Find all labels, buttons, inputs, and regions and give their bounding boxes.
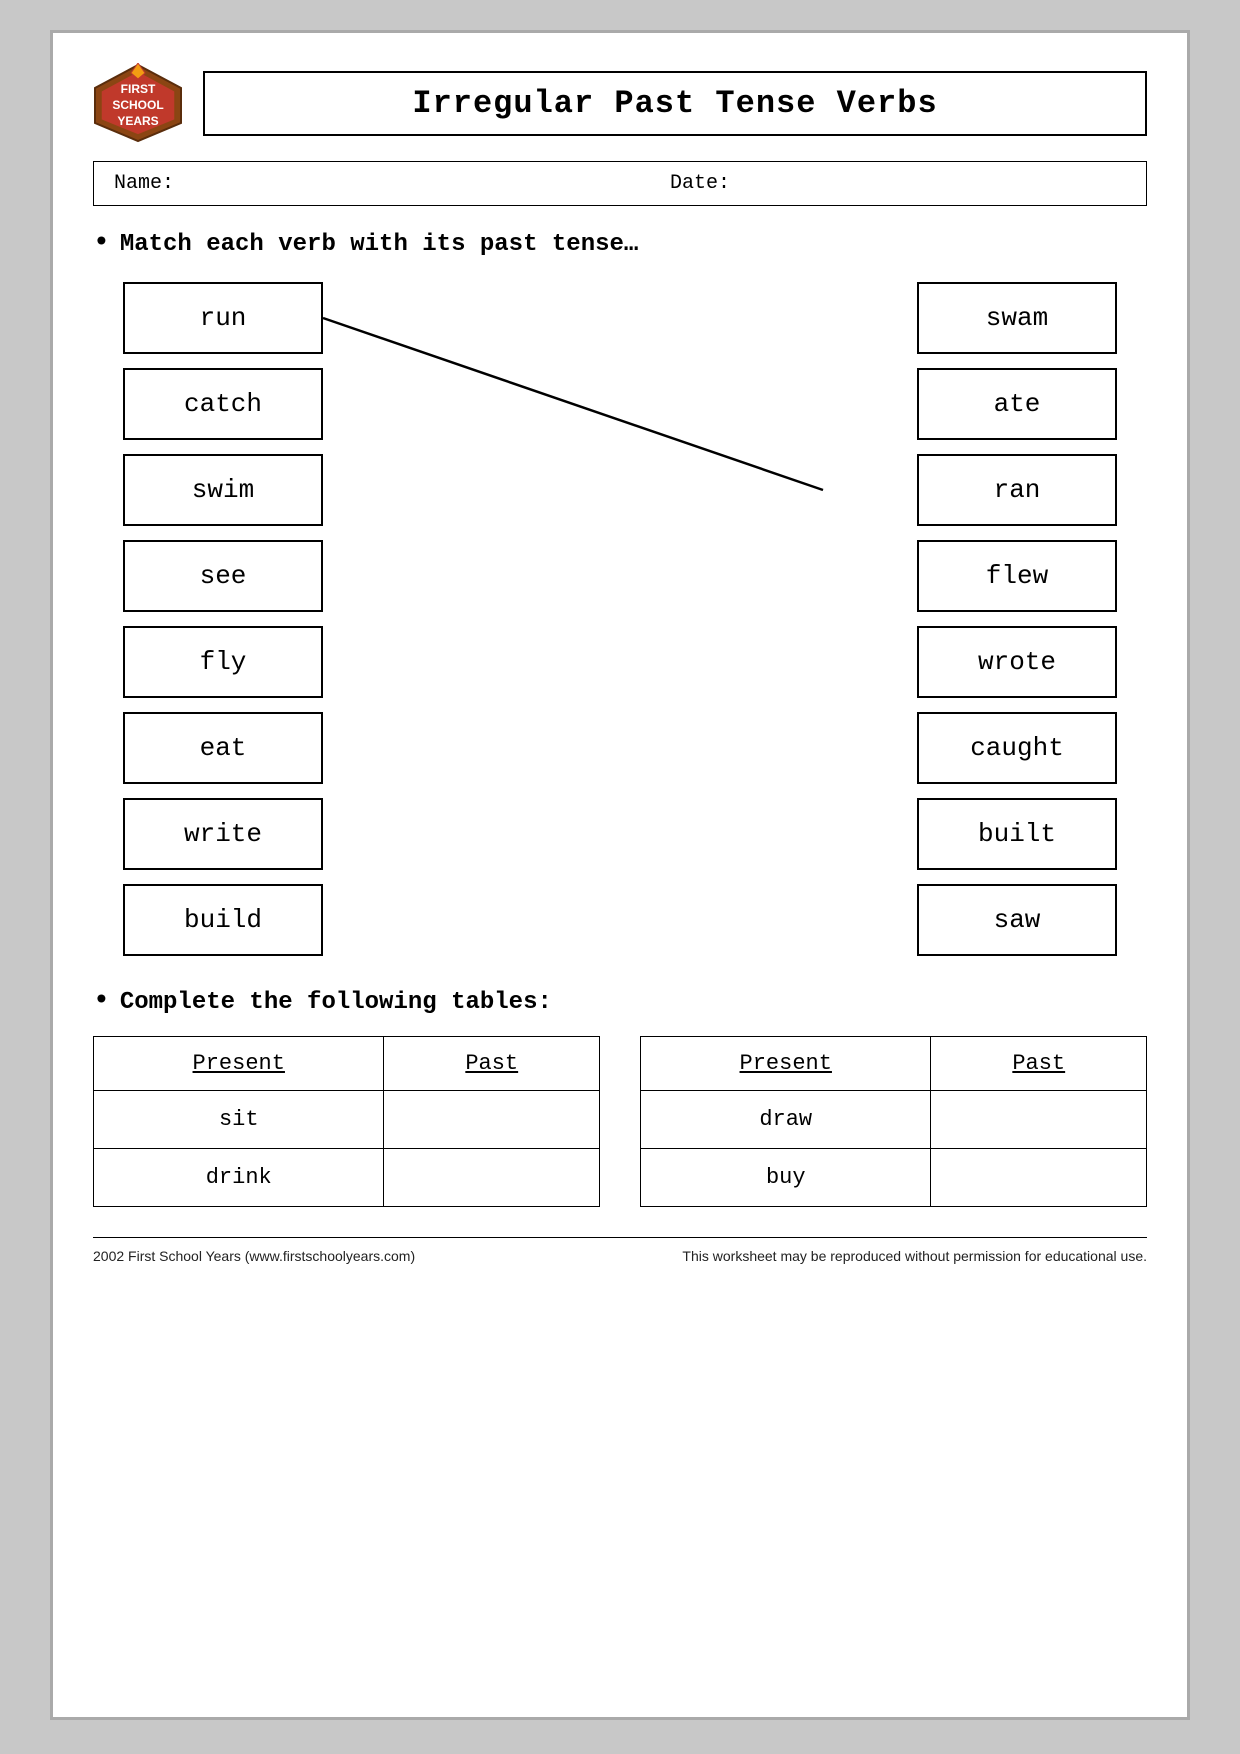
word-build: build	[123, 884, 323, 956]
table-row: sit	[94, 1091, 600, 1149]
table-1: Present Past sit drink	[93, 1036, 600, 1207]
word-saw: saw	[917, 884, 1117, 956]
table-2: Present Past draw buy	[640, 1036, 1147, 1207]
word-catch: catch	[123, 368, 323, 440]
table1-header-past: Past	[384, 1037, 600, 1091]
header: FIRST SCHOOL YEARS Irregular Past Tense …	[93, 63, 1147, 143]
table1-row1-present: sit	[94, 1091, 384, 1149]
word-caught: caught	[917, 712, 1117, 784]
table1-row1-past[interactable]	[384, 1091, 600, 1149]
word-wrote: wrote	[917, 626, 1117, 698]
table-row: drink	[94, 1149, 600, 1207]
word-flew: flew	[917, 540, 1117, 612]
table2-row2-past[interactable]	[931, 1149, 1147, 1207]
svg-text:FIRST: FIRST	[121, 82, 156, 96]
bullet-1: •	[93, 230, 110, 258]
word-swam: swam	[917, 282, 1117, 354]
word-built: built	[917, 798, 1117, 870]
word-fly: fly	[123, 626, 323, 698]
table1-row2-past[interactable]	[384, 1149, 600, 1207]
table1-header-present: Present	[94, 1037, 384, 1091]
word-swim: swim	[123, 454, 323, 526]
word-write: write	[123, 798, 323, 870]
worksheet-page: FIRST SCHOOL YEARS Irregular Past Tense …	[50, 30, 1190, 1720]
right-words: swam ate ran flew wrote caught built saw	[917, 282, 1117, 956]
footer-left: 2002 First School Years (www.firstschool…	[93, 1248, 415, 1264]
instruction-2-text: Complete the following tables:	[120, 989, 552, 1016]
table2-header-present: Present	[641, 1037, 931, 1091]
instruction-1-text: Match each verb with its past tense…	[120, 231, 638, 258]
word-eat: eat	[123, 712, 323, 784]
matching-section: run catch swim see fly eat write build s…	[93, 282, 1147, 956]
table2-row1-past[interactable]	[931, 1091, 1147, 1149]
page-title: Irregular Past Tense Verbs	[203, 71, 1147, 136]
table-row: buy	[641, 1149, 1147, 1207]
table2-row1-present: draw	[641, 1091, 931, 1149]
instruction-2: • Complete the following tables:	[93, 988, 1147, 1016]
table1-row2-present: drink	[94, 1149, 384, 1207]
word-ran: ran	[917, 454, 1117, 526]
word-run: run	[123, 282, 323, 354]
logo: FIRST SCHOOL YEARS	[93, 63, 183, 143]
svg-text:YEARS: YEARS	[117, 114, 158, 128]
footer-right: This worksheet may be reproduced without…	[682, 1248, 1147, 1264]
left-words: run catch swim see fly eat write build	[123, 282, 323, 956]
instruction-1: • Match each verb with its past tense…	[93, 230, 1147, 258]
table2-row2-present: buy	[641, 1149, 931, 1207]
bullet-2: •	[93, 988, 110, 1016]
footer: 2002 First School Years (www.firstschool…	[93, 1237, 1147, 1264]
word-see: see	[123, 540, 323, 612]
name-date-row: Name: Date:	[93, 161, 1147, 206]
date-label: Date:	[570, 172, 1126, 195]
name-label: Name:	[114, 172, 570, 195]
table-row: draw	[641, 1091, 1147, 1149]
tables-row: Present Past sit drink Present	[93, 1036, 1147, 1207]
word-ate: ate	[917, 368, 1117, 440]
svg-text:SCHOOL: SCHOOL	[112, 98, 163, 112]
table2-header-past: Past	[931, 1037, 1147, 1091]
